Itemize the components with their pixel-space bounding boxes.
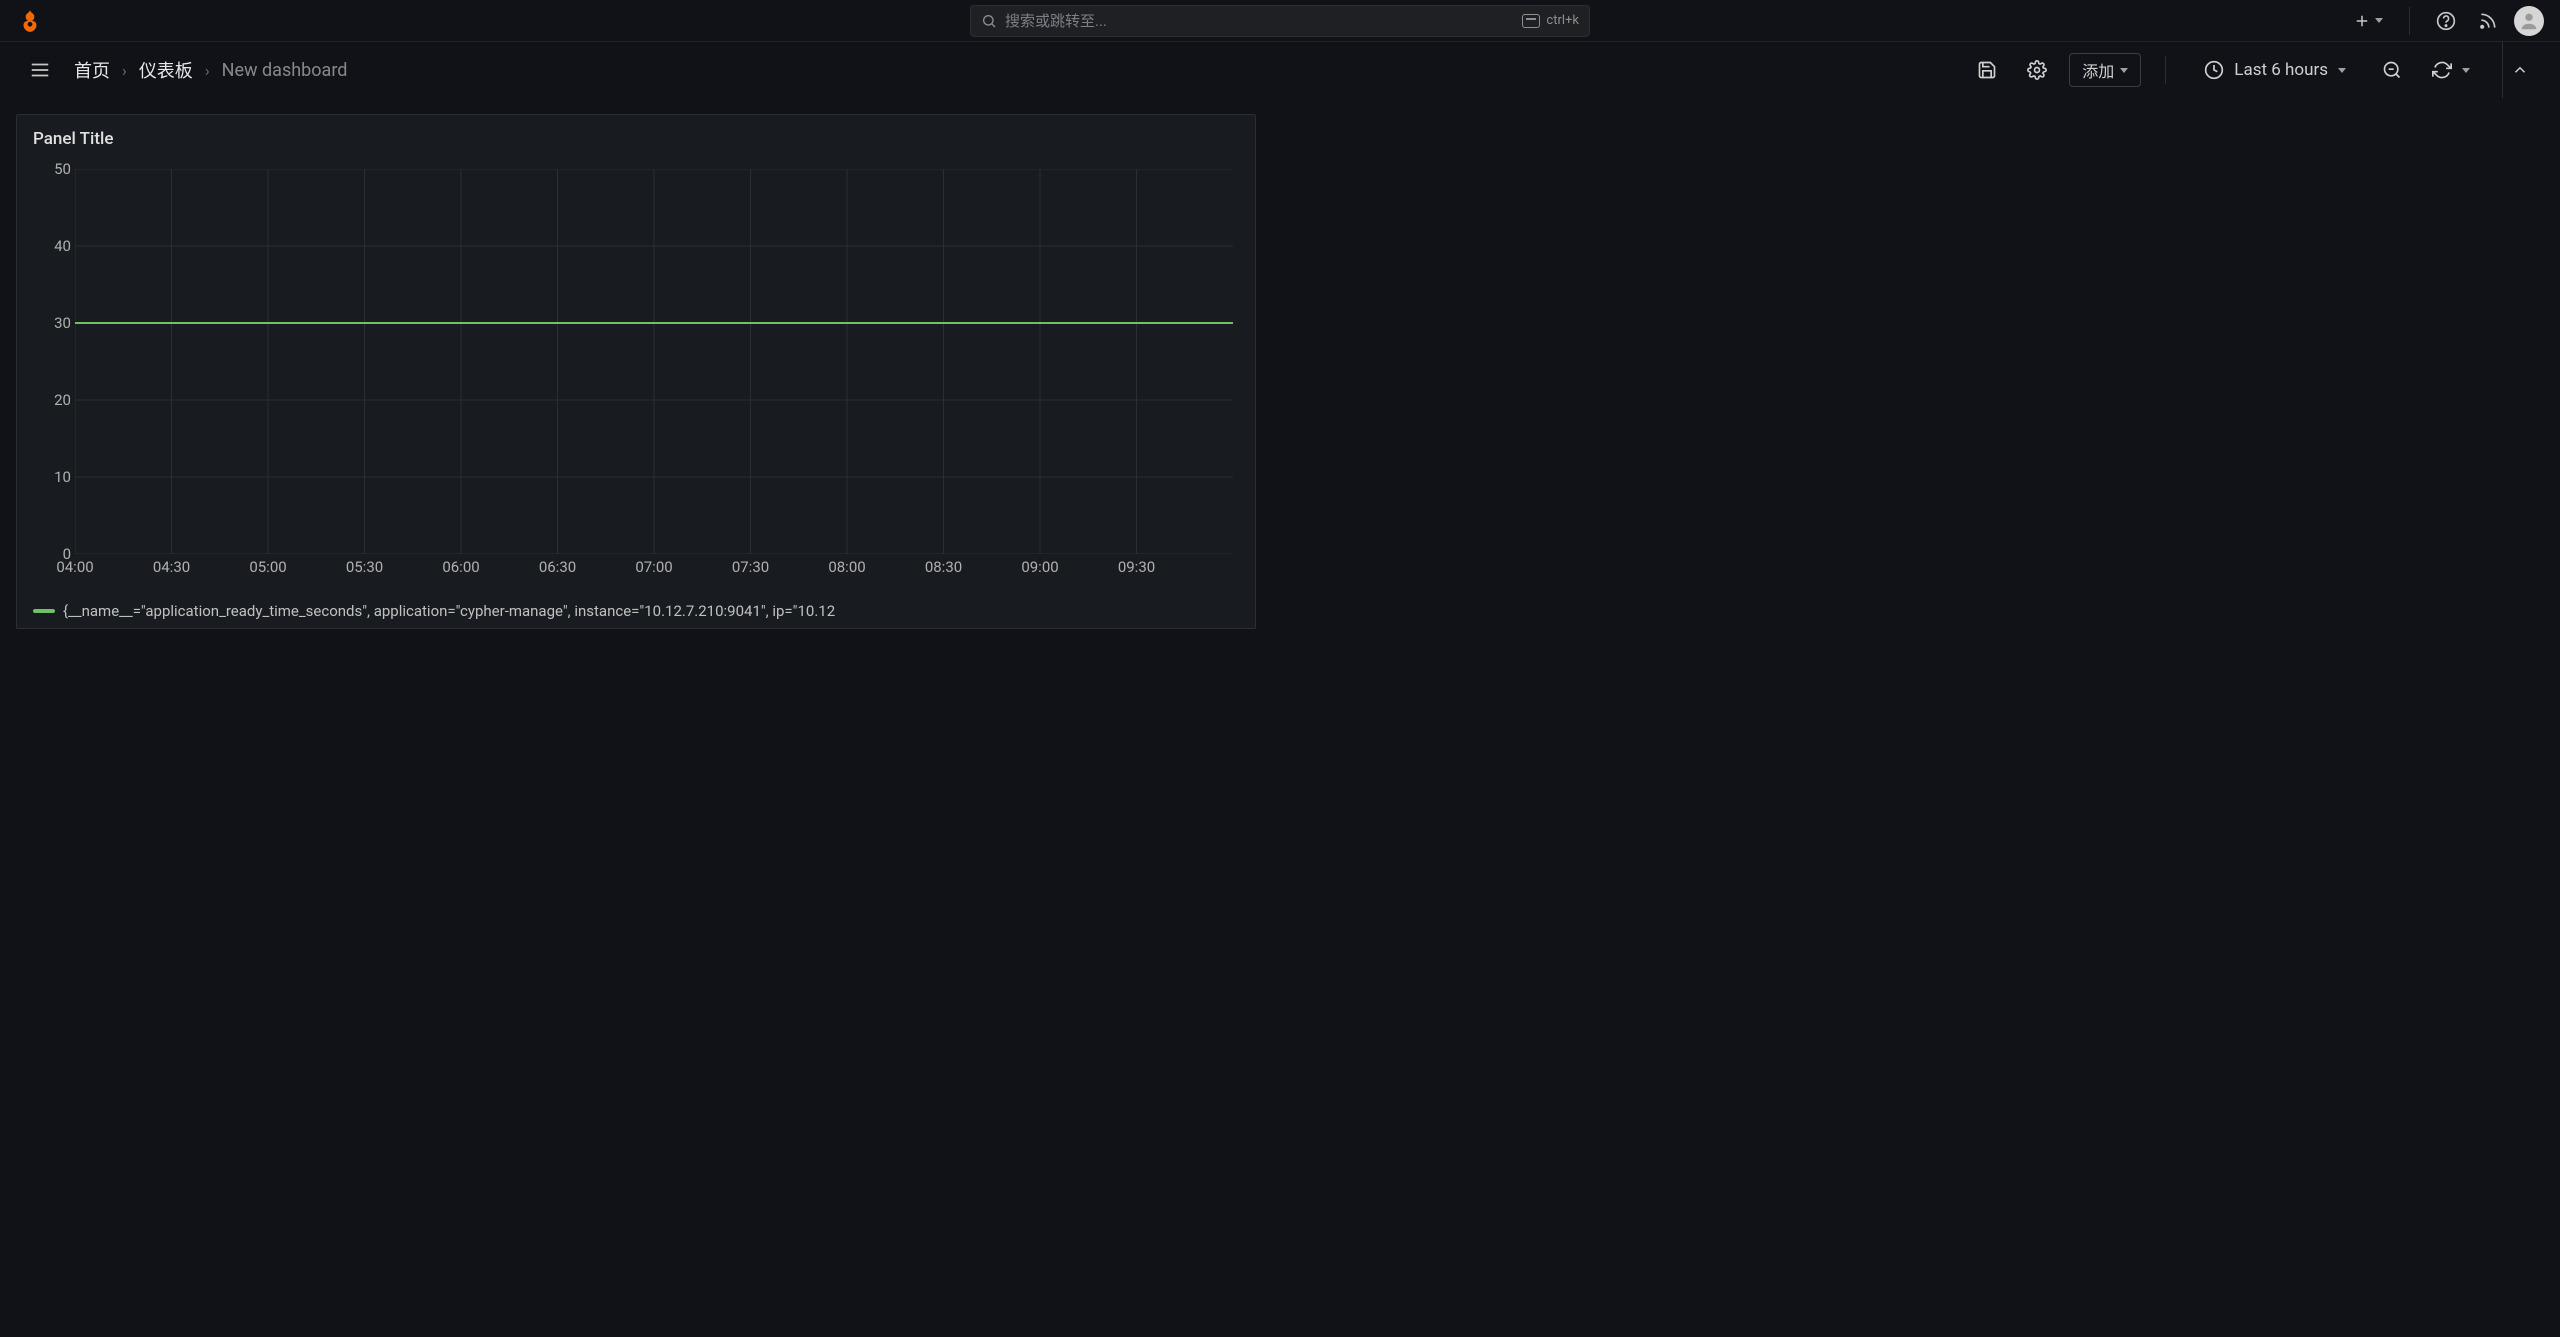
gear-icon <box>2027 60 2047 80</box>
hamburger-icon <box>29 59 51 81</box>
user-avatar[interactable] <box>2514 6 2544 36</box>
topbar-right <box>2347 5 2544 37</box>
legend[interactable]: {__name__="application_ready_time_second… <box>25 594 1247 628</box>
x-axis-tick: 09:00 <box>1021 558 1058 576</box>
add-label: 添加 <box>2082 58 2114 82</box>
search-placeholder: 搜索或跳转至... <box>1005 10 1107 31</box>
x-axis-tick: 04:00 <box>56 558 93 576</box>
search-kbd-hint: ctrl+k <box>1522 13 1579 28</box>
breadcrumb-separator: › <box>122 61 127 80</box>
x-axis-tick: 06:00 <box>442 558 479 576</box>
kbd-text: ctrl+k <box>1546 13 1579 28</box>
rss-icon <box>2478 11 2498 31</box>
x-axis-tick: 08:30 <box>925 558 962 576</box>
chevron-up-icon <box>2511 61 2529 79</box>
divider <box>2165 56 2166 84</box>
legend-label: {__name__="application_ready_time_second… <box>63 602 835 620</box>
chart-area: 0102030405004:0004:3005:0005:3006:0006:3… <box>33 169 1239 594</box>
add-menu[interactable] <box>2347 5 2389 37</box>
dashboard-settings-button[interactable] <box>2019 53 2055 87</box>
add-panel-button[interactable]: 添加 <box>2069 53 2141 87</box>
panel-title: Panel Title <box>25 125 1247 157</box>
chevron-down-icon <box>2462 68 2470 73</box>
search-container: 搜索或跳转至... ctrl+k <box>970 5 1590 37</box>
breadcrumb-home[interactable]: 首页 <box>74 57 110 83</box>
time-range-label: Last 6 hours <box>2234 60 2328 80</box>
y-axis-tick: 30 <box>33 314 71 332</box>
menu-toggle[interactable] <box>24 54 56 86</box>
plus-icon <box>2353 12 2371 30</box>
x-axis-tick: 07:30 <box>732 558 769 576</box>
user-icon <box>2518 10 2540 32</box>
x-axis-tick: 09:30 <box>1118 558 1155 576</box>
top-navbar: 搜索或跳转至... ctrl+k <box>0 0 2560 42</box>
news-rss-button[interactable] <box>2472 5 2504 37</box>
grafana-logo[interactable] <box>16 7 44 35</box>
keyboard-icon <box>1522 14 1540 28</box>
dashboard-canvas: Panel Title 0102030405004:0004:3005:0005… <box>0 98 2560 645</box>
help-icon <box>2436 11 2456 31</box>
collapse-toolbar-button[interactable] <box>2502 42 2536 98</box>
search-icon <box>981 13 997 29</box>
y-axis-tick: 50 <box>33 160 71 178</box>
chevron-down-icon <box>2120 68 2128 73</box>
x-axis-tick: 07:00 <box>635 558 672 576</box>
plot[interactable] <box>75 169 1233 554</box>
divider <box>2409 7 2410 35</box>
time-series-panel[interactable]: Panel Title 0102030405004:0004:3005:0005… <box>16 114 1256 629</box>
breadcrumb-separator: › <box>205 61 210 80</box>
legend-swatch <box>33 609 55 613</box>
x-axis-tick: 05:30 <box>346 558 383 576</box>
dashboard-toolbar: 首页 › 仪表板 › New dashboard 添加 Las <box>0 42 2560 98</box>
y-axis-tick: 10 <box>33 468 71 486</box>
clock-icon <box>2204 60 2224 80</box>
x-axis-tick: 04:30 <box>153 558 190 576</box>
chevron-down-icon <box>2338 68 2346 73</box>
breadcrumb-current: New dashboard <box>222 60 348 81</box>
breadcrumb: 首页 › 仪表板 › New dashboard <box>74 57 347 83</box>
x-axis-tick: 08:00 <box>828 558 865 576</box>
plot-svg <box>75 169 1233 554</box>
breadcrumb-dashboards[interactable]: 仪表板 <box>139 57 193 83</box>
refresh-button[interactable] <box>2424 53 2478 87</box>
x-axis-tick: 06:30 <box>539 558 576 576</box>
grafana-icon <box>17 8 43 34</box>
global-search[interactable]: 搜索或跳转至... ctrl+k <box>970 5 1590 37</box>
chevron-down-icon <box>2375 18 2383 23</box>
zoom-out-button[interactable] <box>2374 53 2410 87</box>
zoom-out-icon <box>2382 60 2402 80</box>
toolbar-actions: 添加 Last 6 hours <box>1969 42 2536 98</box>
time-range-picker[interactable]: Last 6 hours <box>2190 53 2360 87</box>
help-button[interactable] <box>2430 5 2462 37</box>
y-axis-tick: 40 <box>33 237 71 255</box>
save-dashboard-button[interactable] <box>1969 53 2005 87</box>
refresh-icon <box>2432 60 2452 80</box>
x-axis-tick: 05:00 <box>249 558 286 576</box>
y-axis-tick: 20 <box>33 391 71 409</box>
save-icon <box>1977 60 1997 80</box>
